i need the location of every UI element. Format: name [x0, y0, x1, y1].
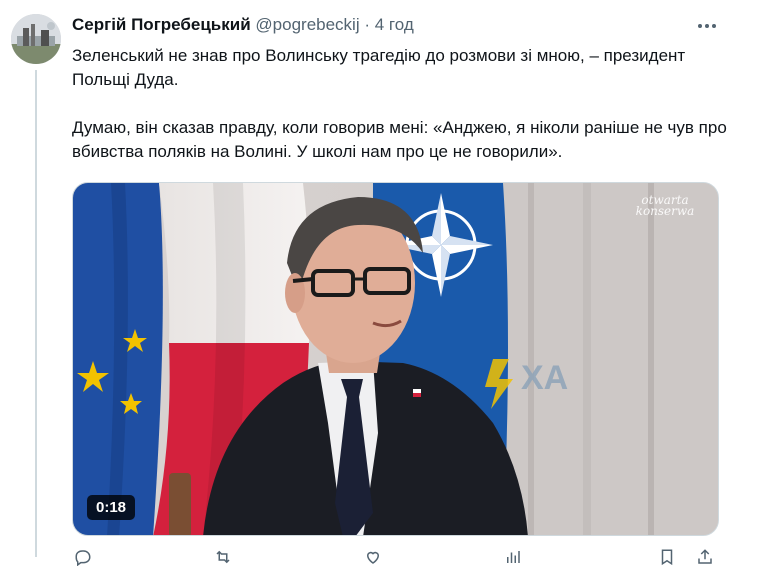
retweet-button[interactable]	[214, 548, 238, 566]
video-duration-badge: 0:18	[87, 495, 136, 520]
tweet-paragraph: Думаю, він сказав правду, коли говорив м…	[72, 118, 727, 161]
tweet-actions	[72, 548, 719, 566]
like-button[interactable]	[364, 548, 388, 566]
tweet-paragraph: Зеленський не знав про Волинську трагеді…	[72, 46, 686, 89]
thread-line	[35, 70, 37, 557]
video-watermark: otwarta konserwa	[630, 194, 700, 218]
reply-icon	[75, 550, 91, 566]
bookmark-button[interactable]	[658, 548, 676, 566]
watermark-line: konserwa	[635, 204, 695, 218]
author-name[interactable]: Сергій Погребецький	[72, 15, 251, 34]
share-icon	[698, 549, 712, 564]
reply-button[interactable]	[74, 548, 98, 566]
author-handle[interactable]: @pogrebeckij	[255, 15, 359, 34]
avatar[interactable]	[11, 14, 61, 64]
like-icon	[366, 551, 380, 564]
avatar-image	[11, 14, 61, 64]
views-button[interactable]	[504, 548, 528, 566]
views-icon	[507, 551, 520, 563]
more-options-button[interactable]	[694, 13, 720, 39]
tweet-header: Сергій Погребецький @pogrebeckij · 4 год	[72, 13, 414, 37]
bookmark-icon	[661, 549, 673, 566]
more-icon	[698, 24, 716, 28]
header-separator: ·	[364, 15, 371, 34]
video-thumbnail: ХА	[73, 183, 718, 535]
video-player[interactable]: ХА	[72, 182, 719, 536]
retweet-icon	[216, 550, 230, 564]
overlay-logo-text: ХА	[521, 359, 568, 397]
tweet-timestamp[interactable]: 4 год	[375, 15, 414, 34]
tweet-text: Зеленський не знав про Волинську трагеді…	[72, 44, 732, 164]
share-button[interactable]	[696, 548, 714, 566]
